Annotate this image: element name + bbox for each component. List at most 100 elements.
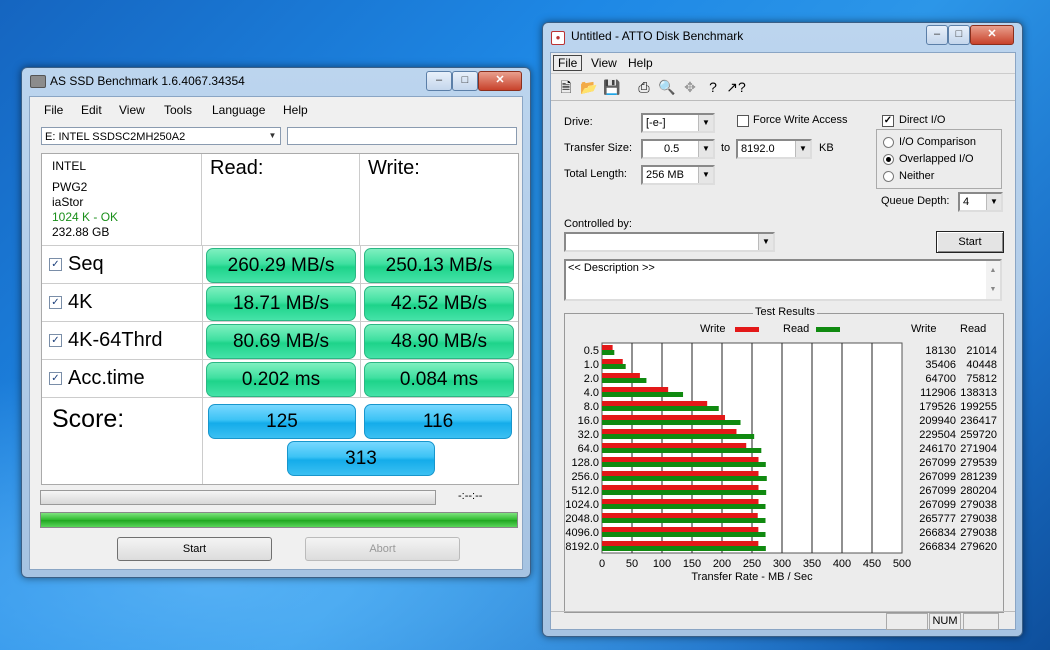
results-chart: 0 50 100 150 200 250 300 350 400 450 500 Transfer R… [565, 342, 997, 583]
read-value-label: 279038 [960, 527, 997, 539]
read-value-label: 279620 [960, 541, 997, 553]
4k64-checkbox[interactable]: ✓ [49, 334, 62, 347]
time-display: -:--:-- [458, 490, 483, 502]
overlapped-io-radio[interactable] [883, 154, 894, 165]
transfer-size-label: Transfer Size: [564, 142, 633, 154]
direct-io-checkbox[interactable]: ✓ [882, 115, 894, 127]
queue-depth-select[interactable]: 4 ▼ [958, 192, 1003, 212]
write-value-label: 179526 [919, 401, 956, 413]
atto-close-button[interactable]: ✕ [970, 25, 1014, 45]
atto-drive-value: [-e-] [646, 117, 666, 129]
menu-help[interactable]: Help [283, 103, 308, 117]
write-bar [602, 373, 640, 378]
status-pane-3 [963, 613, 999, 630]
atto-menu-view[interactable]: View [591, 56, 617, 70]
menu-edit[interactable]: Edit [81, 103, 102, 117]
move-icon[interactable]: ✥ [679, 76, 701, 98]
transfer-unit-label: KB [819, 142, 834, 154]
write-value-label: 267099 [919, 499, 956, 511]
write-bar [602, 457, 759, 462]
drive-path-field[interactable] [287, 127, 517, 145]
controlled-by-label: Controlled by: [564, 218, 632, 230]
write-value-label: 266834 [919, 541, 956, 553]
score-label: Score: [52, 405, 125, 433]
close-button[interactable]: ✕ [478, 71, 522, 91]
read-value-label: 271904 [960, 443, 997, 455]
description-box[interactable]: << Description >> ▲ ▼ [564, 259, 1002, 301]
queue-depth-label: Queue Depth: [881, 195, 950, 207]
help-icon[interactable]: ? [702, 76, 724, 98]
seq-label: Seq [68, 253, 104, 275]
menu-tools[interactable]: Tools [164, 103, 192, 117]
menu-view[interactable]: View [119, 103, 145, 117]
description-scrollbar[interactable]: ▲ ▼ [986, 261, 1000, 299]
write-bar [602, 499, 759, 504]
menu-language[interactable]: Language [212, 103, 265, 117]
status-num: NUM [929, 613, 961, 630]
acc-checkbox[interactable]: ✓ [49, 372, 62, 385]
drive-select[interactable]: E: INTEL SSDSC2MH250A2 ▼ [41, 127, 281, 145]
menu-file[interactable]: File [44, 103, 63, 117]
write-value-label: 64700 [925, 373, 956, 385]
atto-window-title: Untitled - ATTO Disk Benchmark [571, 29, 744, 43]
seq-checkbox[interactable]: ✓ [49, 258, 62, 271]
atto-minimize-button[interactable]: – [926, 25, 948, 45]
controlled-by-select[interactable]: ▼ [564, 232, 775, 252]
score-read: 125 [208, 404, 356, 439]
open-icon[interactable]: 📂 [578, 76, 600, 98]
total-progress-bar [40, 512, 518, 528]
read-bar [602, 504, 766, 509]
y-tick-label: 4.0 [584, 387, 599, 399]
transfer-from-select[interactable]: 0.5 ▼ [641, 139, 715, 159]
status-bar: NUM [551, 611, 1015, 630]
read-bar [602, 378, 647, 383]
write-value-label: 209940 [919, 415, 956, 427]
io-comparison-label: I/O Comparison [899, 136, 977, 148]
4k-checkbox[interactable]: ✓ [49, 296, 62, 309]
y-tick-label: 8192.0 [565, 541, 599, 553]
atto-menu-file[interactable]: File [553, 55, 583, 71]
read-bar [602, 350, 615, 355]
write-bar [602, 541, 759, 546]
x-tick-label: 500 [893, 558, 911, 570]
write-bar [602, 387, 669, 392]
neither-radio[interactable] [883, 171, 894, 182]
print-icon[interactable]: ⎙ [633, 76, 655, 98]
write-bar [602, 429, 737, 434]
read-value-label: 138313 [960, 387, 997, 399]
y-tick-label: 128.0 [571, 457, 599, 469]
transfer-to-value: 8192.0 [741, 143, 775, 155]
print-preview-icon[interactable]: 🔍 [656, 76, 678, 98]
drive-info-driver: iaStor [52, 195, 84, 209]
minimize-button[interactable]: – [426, 71, 452, 91]
force-write-checkbox[interactable] [737, 115, 749, 127]
atto-start-button[interactable]: Start [936, 231, 1004, 253]
atto-menu-help[interactable]: Help [628, 56, 653, 70]
read-value-label: 259720 [960, 429, 997, 441]
as-ssd-titlebar[interactable]: AS SSD Benchmark 1.6.4067.34354 – □ ✕ [22, 68, 530, 96]
save-icon[interactable]: 💾 [601, 76, 623, 98]
context-help-icon[interactable]: ↗? [725, 76, 747, 98]
read-value-label: 75812 [966, 373, 997, 385]
write-bar [602, 513, 758, 518]
seq-write-value: 250.13 MB/s [364, 248, 514, 283]
4k64-read-value: 80.69 MB/s [206, 324, 356, 359]
maximize-button[interactable]: □ [452, 71, 478, 91]
io-comparison-radio[interactable] [883, 137, 894, 148]
write-value-label: 267099 [919, 485, 956, 497]
acc-read-value: 0.202 ms [206, 362, 356, 397]
y-tick-label: 8.0 [584, 401, 599, 413]
atto-drive-select[interactable]: [-e-] ▼ [641, 113, 715, 133]
transfer-to-select[interactable]: 8192.0 ▼ [736, 139, 812, 159]
start-button[interactable]: Start [117, 537, 272, 561]
direct-io-label: Direct I/O [899, 114, 946, 126]
total-length-select[interactable]: 256 MB ▼ [641, 165, 715, 185]
abort-button[interactable]: Abort [305, 537, 460, 561]
drive-info-model: INTEL [52, 159, 87, 173]
drive-info-alignment: 1024 K - OK [52, 210, 119, 224]
x-tick-label: 150 [683, 558, 701, 570]
x-tick-label: 0 [599, 558, 605, 570]
atto-maximize-button[interactable]: □ [948, 25, 970, 45]
new-icon[interactable]: 🗎 [555, 76, 577, 98]
atto-titlebar[interactable]: ● Untitled - ATTO Disk Benchmark – □ ✕ [543, 23, 1022, 51]
